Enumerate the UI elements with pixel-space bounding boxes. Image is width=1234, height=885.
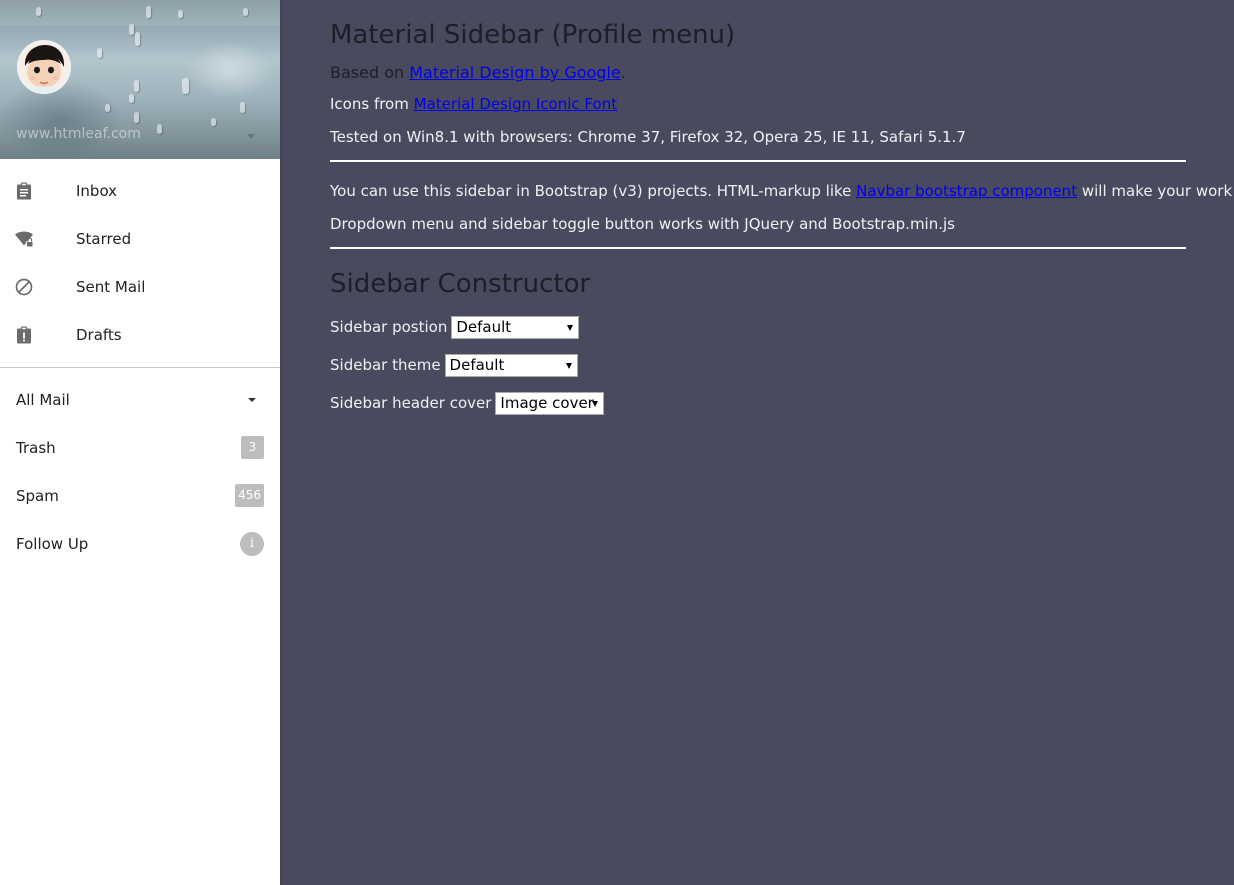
sidebar-item-follow-up[interactable]: Follow Up i (0, 520, 280, 568)
tested-text: Tested on Win8.1 with browsers: Chrome 3… (330, 128, 966, 146)
divider (330, 160, 1186, 162)
rain-drop (36, 7, 41, 16)
based-on-suffix: . (620, 63, 626, 82)
rain-drop (134, 112, 139, 123)
sidebar-position-row: Sidebar postion Default (330, 314, 1186, 340)
rain-drop (243, 8, 248, 16)
header-caption: www.htmleaf.com (16, 126, 141, 142)
rain-drop (134, 80, 139, 92)
page-title: Material Sidebar (Profile menu) (330, 20, 736, 50)
sidebar-item-sent-mail[interactable]: Sent Mail (0, 263, 280, 311)
rain-drop (105, 104, 110, 112)
sidebar-header-cover-label: Sidebar header cover (330, 394, 492, 412)
bootstrap-note-prefix: You can use this sidebar in Bootstrap (v… (330, 182, 857, 200)
sidebar-item-inbox[interactable]: Inbox (0, 167, 280, 215)
caret-down-icon (248, 398, 256, 402)
rain-drop (178, 10, 183, 18)
chevron-down-icon (567, 324, 574, 331)
sidebar: www.htmleaf.com Inbox Starred Sent Mail … (0, 0, 280, 885)
sidebar-item-label: Inbox (76, 182, 118, 200)
icons-from-prefix: Icons from (330, 95, 414, 113)
sidebar-item-label: Spam (16, 487, 59, 505)
navbar-bootstrap-link[interactable]: Navbar bootstrap component (856, 182, 1077, 200)
avatar[interactable] (17, 40, 71, 94)
rain-drop (129, 24, 134, 35)
rain-drop (146, 6, 151, 18)
sidebar-item-drafts[interactable]: Drafts (0, 311, 280, 359)
sidebar-header-cover: www.htmleaf.com (0, 0, 280, 159)
iconic-font-link[interactable]: Material Design Iconic Font (414, 95, 617, 113)
sidebar-item-label: All Mail (16, 391, 70, 409)
select-value: Image cover (500, 393, 594, 412)
icons-from-text: Icons from Material Design Iconic Font (330, 94, 1186, 114)
rain-drop (182, 78, 189, 94)
info-icon: i (240, 532, 264, 556)
clipboard-icon (17, 182, 31, 200)
sidebar-position-select[interactable]: Default (451, 315, 580, 339)
bootstrap-note-suffix: will make your work easier. (1081, 182, 1234, 200)
based-on-text: Based on Material Design by Google. (330, 61, 1186, 85)
sidebar-item-trash[interactable]: Trash 3 (0, 424, 280, 472)
based-on-prefix: Based on (330, 63, 410, 82)
chevron-down-icon (592, 400, 599, 407)
sidebar-position-label: Sidebar postion (330, 318, 448, 336)
bootstrap-note: You can use this sidebar in Bootstrap (v… (330, 181, 1234, 201)
sidebar-item-spam[interactable]: Spam 456 (0, 472, 280, 520)
rain-drop (157, 124, 162, 134)
sidebar-item-all-mail[interactable]: All Mail (0, 376, 280, 424)
sidebar-theme-label: Sidebar theme (330, 356, 441, 374)
sidebar-theme-select[interactable]: Default (444, 353, 578, 377)
chevron-down-icon (565, 362, 572, 369)
select-value: Default (449, 355, 505, 374)
primary-nav: Inbox Starred Sent Mail Drafts (0, 159, 280, 359)
rain-drop (97, 48, 102, 58)
header-band (0, 0, 280, 26)
sidebar-item-label: Drafts (76, 326, 122, 344)
count-badge: 3 (241, 436, 264, 459)
divider (330, 247, 1186, 249)
count-badge: 456 (235, 484, 264, 507)
sidebar-item-label: Follow Up (16, 535, 89, 553)
secondary-nav: All Mail Trash 3 Spam 456 Follow Up i (0, 368, 280, 568)
wifi-lock-icon (15, 231, 33, 248)
rain-drop (240, 102, 245, 113)
sidebar-header-cover-select[interactable]: Image cover (495, 391, 605, 415)
avatar-icon (19, 42, 69, 92)
block-icon (15, 278, 33, 296)
sidebar-item-label: Trash (16, 439, 56, 457)
sidebar-item-label: Sent Mail (76, 278, 146, 296)
sidebar-item-starred[interactable]: Starred (0, 215, 280, 263)
clipboard-alert-icon (17, 326, 31, 344)
sidebar-header-cover-row: Sidebar header cover Image cover (330, 390, 1186, 416)
caret-down-icon[interactable] (247, 134, 255, 139)
select-value: Default (456, 317, 512, 336)
sidebar-theme-row: Sidebar theme Default (330, 352, 1186, 378)
rain-drop (211, 118, 216, 126)
material-design-link[interactable]: Material Design by Google (409, 63, 621, 82)
rain-drop (129, 94, 134, 103)
main-content: Material Sidebar (Profile menu) Based on… (330, 0, 1234, 416)
section-title: Sidebar Constructor (330, 269, 591, 299)
rain-drop (135, 32, 140, 46)
dropdown-note: Dropdown menu and sidebar toggle button … (330, 215, 955, 233)
sidebar-item-label: Starred (76, 230, 132, 248)
